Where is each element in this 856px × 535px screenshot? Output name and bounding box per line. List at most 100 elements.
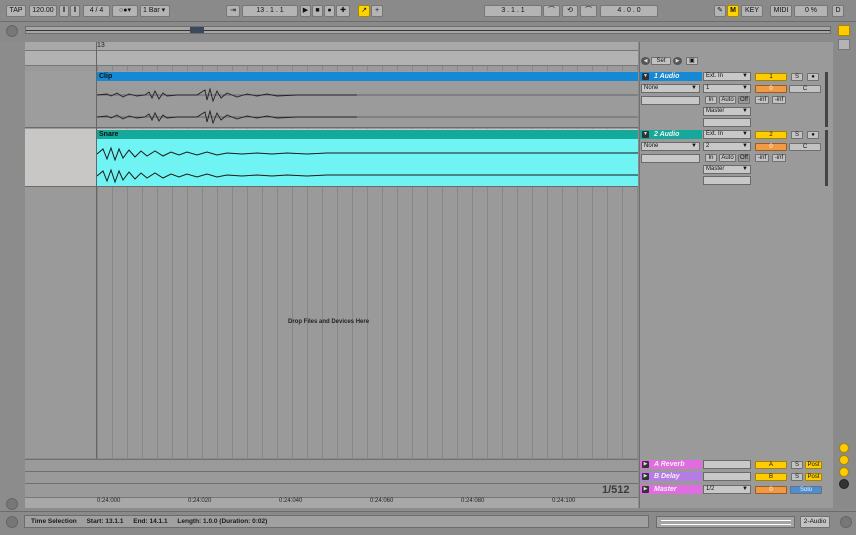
return-post-a[interactable]: Post: [805, 461, 822, 469]
arm-button-2[interactable]: ●: [807, 131, 819, 139]
sends-toggle-icon[interactable]: [839, 455, 849, 465]
loop-length-field[interactable]: 4 . 0 . 0: [600, 5, 658, 17]
monitor-off-button-2[interactable]: Off: [738, 154, 750, 162]
volume-field-2[interactable]: 0: [755, 143, 787, 151]
device-select-2[interactable]: None ▼: [641, 142, 700, 151]
return-lane-a[interactable]: [25, 459, 638, 471]
pan-field-2[interactable]: C: [789, 143, 821, 151]
punch-out-icon[interactable]: ⌒: [580, 5, 597, 17]
play-icon[interactable]: ▶: [300, 5, 311, 17]
monitor-off-button-1[interactable]: Off: [738, 96, 750, 104]
drop-area-hint: Drop Files and Devices Here: [288, 319, 370, 325]
overdub-icon[interactable]: ✚: [336, 5, 350, 17]
next-locator-icon[interactable]: ▶: [673, 57, 682, 65]
draw-mode-icon[interactable]: ↗: [358, 5, 370, 17]
return-activator-b[interactable]: B: [755, 473, 787, 481]
peak-left-1: -inf: [755, 96, 769, 104]
selected-track-button[interactable]: 2-Audio: [800, 516, 830, 528]
arrangement-view-icon[interactable]: [838, 39, 850, 50]
output-select-2[interactable]: Master ▼: [703, 165, 751, 174]
follow-icon[interactable]: ⇥: [226, 5, 240, 17]
io-toggle-icon[interactable]: [839, 443, 849, 453]
pan-field-1[interactable]: C: [789, 85, 821, 93]
return-title-b[interactable]: ▶ B Delay: [640, 472, 702, 481]
clip-header-2[interactable]: Snare: [97, 130, 638, 139]
return-post-b[interactable]: Post: [805, 473, 822, 481]
show-detail-view-icon[interactable]: [840, 516, 852, 528]
return-lane-b[interactable]: [25, 471, 638, 483]
monitor-in-button-1[interactable]: In: [705, 96, 717, 104]
input-channel-select-2[interactable]: 2 ▼: [703, 142, 751, 151]
time-signature-field[interactable]: 4 / 4: [83, 5, 110, 17]
track-activator-1[interactable]: 1: [755, 73, 787, 81]
key-map-button[interactable]: KEY: [741, 5, 763, 17]
output-sub-select-1[interactable]: [703, 118, 751, 127]
pencil-icon[interactable]: ✎: [714, 5, 726, 17]
input-type-select-1[interactable]: Ext. In ▼: [703, 72, 751, 81]
return-title-a[interactable]: ▶ A Reverb: [640, 460, 702, 469]
return-solo-b[interactable]: S: [791, 473, 803, 481]
return-activator-a[interactable]: A: [755, 461, 787, 469]
key-map-icon[interactable]: M: [727, 5, 739, 17]
loop-brace-lane[interactable]: [25, 51, 638, 66]
volume-field-1[interactable]: 0: [755, 85, 787, 93]
master-solo-button[interactable]: Solo: [790, 486, 822, 494]
midi-map-button[interactable]: MIDI: [770, 5, 792, 17]
fold-icon[interactable]: ▶: [642, 461, 649, 468]
tap-tempo-button[interactable]: TAP: [6, 5, 26, 17]
metronome-icon[interactable]: ○●▾: [112, 5, 138, 17]
arm-button-1[interactable]: ●: [807, 73, 819, 81]
fold-icon[interactable]: ▶: [642, 486, 649, 493]
master-volume-field[interactable]: 0: [755, 486, 787, 494]
monitor-in-button-2[interactable]: In: [705, 154, 717, 162]
output-sub-select-2[interactable]: [703, 176, 751, 185]
track-title-2[interactable]: ▼ 2 Audio: [640, 130, 702, 139]
track-title-1[interactable]: ▼ 1 Audio: [640, 72, 702, 81]
clip-overview[interactable]: [656, 516, 795, 528]
solo-button-2[interactable]: S: [791, 131, 803, 139]
device-slot-2[interactable]: [641, 154, 700, 163]
session-view-icon[interactable]: [838, 25, 850, 36]
stop-icon[interactable]: ■: [312, 5, 323, 17]
mixer-toggle-icon[interactable]: [839, 479, 849, 489]
clip-view-icon[interactable]: ▣: [686, 57, 698, 65]
show-browser-icon[interactable]: [6, 25, 18, 37]
fold-icon[interactable]: ▼: [642, 131, 649, 138]
fold-icon[interactable]: ▼: [642, 73, 649, 80]
fold-icon[interactable]: ▶: [642, 473, 649, 480]
show-info-view-icon[interactable]: [6, 516, 18, 528]
tempo-field[interactable]: 120.00: [29, 5, 57, 17]
clip-header-1[interactable]: Clip: [97, 72, 638, 81]
output-select-1[interactable]: Master ▼: [703, 107, 751, 116]
record-icon[interactable]: ●: [324, 5, 335, 17]
quantize-select[interactable]: 1 Bar ▾: [140, 5, 170, 17]
master-title[interactable]: ▶ Master: [640, 485, 702, 494]
track-activator-2[interactable]: 2: [755, 131, 787, 139]
nudge-up-icon[interactable]: ‖: [70, 5, 80, 17]
loop-start-field[interactable]: 3 . 1 . 1: [484, 5, 542, 17]
nudge-down-icon[interactable]: ‖: [59, 5, 69, 17]
punch-in-icon[interactable]: ⌒: [543, 5, 560, 17]
overview-waveform: [26, 30, 830, 31]
input-channel-select-1[interactable]: 1 ▼: [703, 84, 751, 93]
master-lane[interactable]: [25, 483, 638, 497]
returns-toggle-icon[interactable]: [839, 467, 849, 477]
expand-icon[interactable]: [6, 498, 18, 510]
loop-switch-icon[interactable]: ⟲: [562, 5, 578, 17]
monitor-auto-button-2[interactable]: Auto: [719, 154, 736, 162]
monitor-auto-button-1[interactable]: Auto: [719, 96, 736, 104]
device-slot-1[interactable]: [641, 96, 700, 105]
return-solo-a[interactable]: S: [791, 461, 803, 469]
set-locator-button[interactable]: Set: [651, 57, 671, 65]
automation-icon[interactable]: +: [371, 5, 383, 17]
master-cue-select[interactable]: 1/2 ▼: [703, 485, 751, 494]
return-output-a[interactable]: [703, 460, 751, 469]
previous-locator-icon[interactable]: ◀: [641, 57, 650, 65]
return-output-b[interactable]: [703, 472, 751, 481]
input-type-select-2[interactable]: Ext. In ▼: [703, 130, 751, 139]
beat-time-ruler[interactable]: [25, 42, 638, 51]
song-position-field[interactable]: 13 . 1 . 1: [242, 5, 298, 17]
overview-view-handle[interactable]: [190, 27, 204, 33]
device-select-1[interactable]: None ▼: [641, 84, 700, 93]
solo-button-1[interactable]: S: [791, 73, 803, 81]
